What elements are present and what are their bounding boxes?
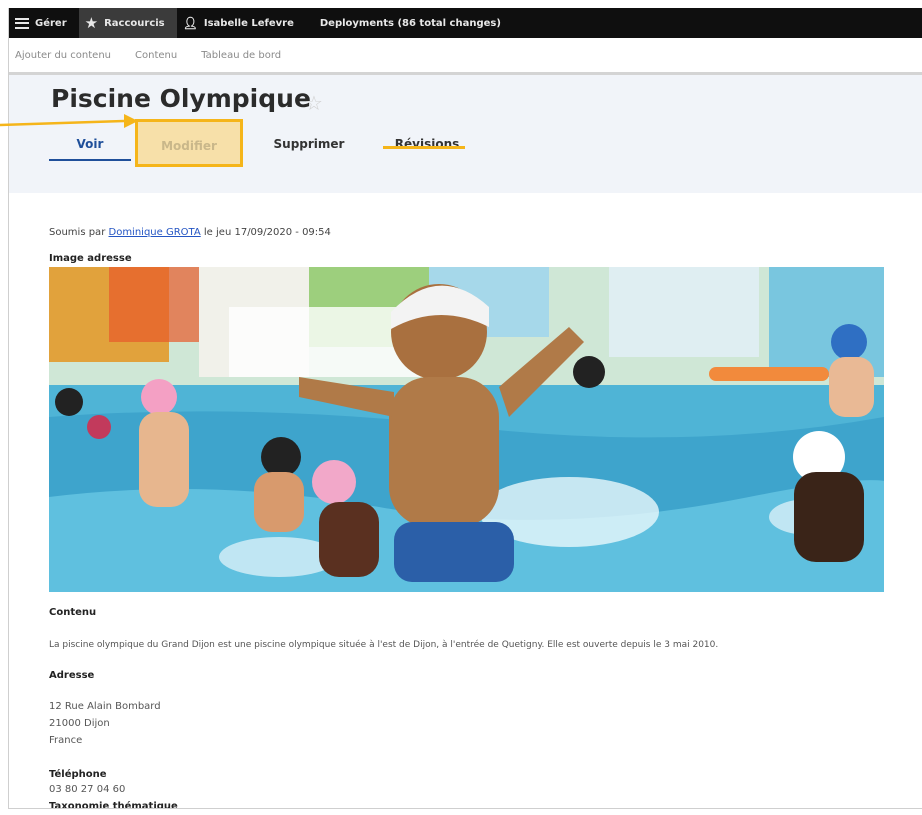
- address-line: 21000 Dijon: [49, 718, 110, 729]
- taxonomy-field-label: Taxonomie thématique: [49, 801, 178, 809]
- content-field-label: Contenu: [49, 607, 97, 618]
- submitted-date: le jeu 17/09/2020 - 09:54: [203, 227, 331, 238]
- address-field-label: Adresse: [49, 670, 95, 681]
- image-field-label: Image adresse: [49, 253, 132, 264]
- content-paragraph: La piscine olympique du Grand Dijon est …: [49, 640, 719, 650]
- phone-value: 03 80 27 04 60: [49, 784, 126, 795]
- user-menu[interactable]: 👤︎ Isabelle Lefevre: [177, 8, 306, 38]
- address-line: France: [49, 735, 83, 746]
- tab-revisions[interactable]: Révisions: [382, 127, 472, 161]
- revisions-highlight-underline: [383, 146, 465, 149]
- favorite-star-icon[interactable]: ☆: [305, 91, 323, 115]
- author-link[interactable]: Dominique GROTA: [109, 227, 201, 238]
- submitted-line: Soumis par Dominique GROTA le jeu 17/09/…: [49, 227, 922, 238]
- tab-delete[interactable]: Supprimer: [264, 127, 354, 161]
- submitted-prefix: Soumis par: [49, 227, 106, 238]
- deployments-label: Deployments (86 total changes): [319, 17, 501, 29]
- node-content: Soumis par Dominique GROTA le jeu 17/09/…: [9, 227, 922, 809]
- phone-field-label: Téléphone: [49, 769, 107, 780]
- address-block: 12 Rue Alain Bombard 21000 Dijon France: [49, 698, 922, 749]
- pool-photo-illustration: [49, 267, 884, 592]
- deployments-menu[interactable]: Deployments (86 total changes): [306, 8, 513, 38]
- annotation-arrow: [0, 114, 138, 128]
- user-label: Isabelle Lefevre: [203, 17, 294, 29]
- pool-photo: [49, 267, 884, 592]
- user-icon: 👤︎: [182, 16, 198, 30]
- tray-item-dashboard[interactable]: Tableau de bord: [189, 50, 293, 61]
- address-line: 12 Rue Alain Bombard: [49, 701, 161, 712]
